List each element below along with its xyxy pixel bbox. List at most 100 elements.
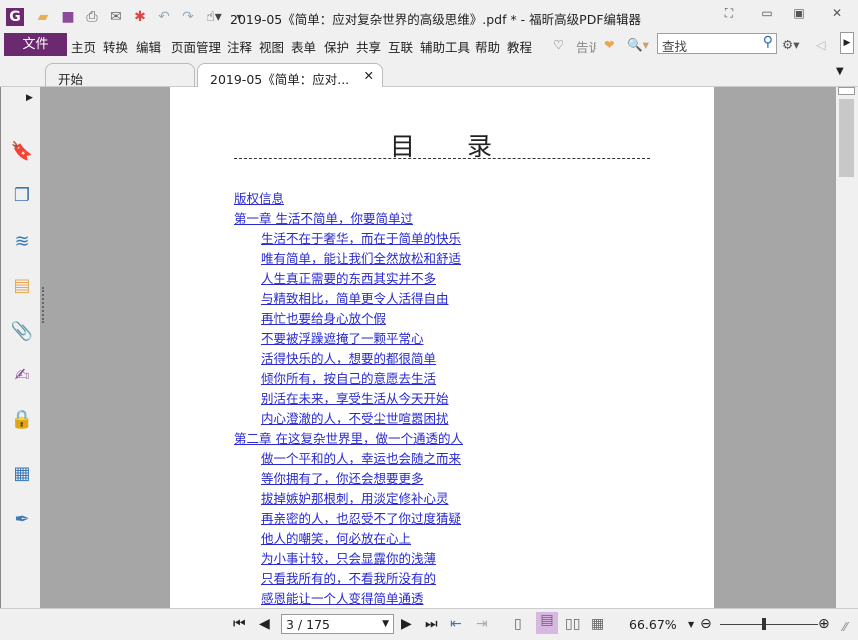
- window-title: 2019-05《简单：应对复杂世界的高级思维》.pdf * - 福昕高级PDF编…: [230, 12, 642, 27]
- app-logo-icon: G: [6, 8, 24, 26]
- file-menu[interactable]: 文件: [4, 33, 67, 56]
- close-button[interactable]: ✕: [826, 6, 848, 24]
- toc-link[interactable]: 唯有简单，能让我们全然放松和舒适: [261, 248, 461, 267]
- expand-panel-icon[interactable]: ▶: [26, 93, 33, 103]
- redo-icon[interactable]: ↷: [179, 8, 197, 26]
- continuous-facing-icon[interactable]: ▦: [591, 616, 604, 632]
- menu-page-manage[interactable]: 页面管理: [171, 37, 221, 56]
- title-bar: G ▰ ■ ⎙ ✉ ✱ ↶ ↷ ☝▾ ▾ 2019-05《简单：应对复杂世界的高…: [0, 0, 858, 32]
- facing-page-icon[interactable]: ▯▯: [565, 616, 580, 632]
- pages-icon[interactable]: ❐: [10, 183, 34, 207]
- zoom-slider-thumb[interactable]: [762, 618, 767, 630]
- previous-view-icon[interactable]: ⇤: [450, 616, 462, 632]
- vertical-scrollbar[interactable]: [836, 87, 858, 608]
- save-icon[interactable]: ■: [59, 8, 77, 26]
- toc-link[interactable]: 做一个平和的人，幸运也会随之而来: [261, 448, 461, 467]
- toc-link[interactable]: 第二章 在这复杂世界里，做一个通透的人: [234, 428, 463, 447]
- toc-link[interactable]: 与精致相比，简单更令人活得自由: [261, 288, 449, 307]
- folder-search-icon[interactable]: 🔍▾: [627, 37, 649, 53]
- scroll-up-button[interactable]: [838, 87, 855, 95]
- fullscreen-icon[interactable]: ⛶: [718, 6, 740, 24]
- menu-help[interactable]: 帮助: [475, 37, 500, 56]
- next-page-button[interactable]: ▶: [401, 616, 412, 632]
- tell-me[interactable]: 告诉: [576, 37, 596, 56]
- print-icon[interactable]: ⎙: [83, 8, 101, 26]
- toc-link[interactable]: 内心澄澈的人，不受尘世喧嚣困扰: [261, 408, 449, 427]
- new-icon[interactable]: ✱: [131, 8, 149, 26]
- maximize-button[interactable]: ▣: [788, 6, 810, 24]
- menu-comment[interactable]: 注释: [227, 37, 252, 56]
- menu-tools[interactable]: 辅助工具: [420, 37, 470, 56]
- toc-link[interactable]: 不要被浮躁遮掩了一颗平常心: [261, 328, 424, 347]
- page-dropdown-icon[interactable]: ▼: [382, 619, 389, 629]
- search-icon[interactable]: ⚲: [763, 34, 773, 50]
- open-icon[interactable]: ▰: [34, 8, 52, 26]
- menu-protect[interactable]: 保护: [324, 37, 349, 56]
- toc-link[interactable]: 感恩能让一个人变得简单通透: [261, 588, 424, 607]
- zoom-dropdown-icon[interactable]: ▼: [688, 620, 694, 629]
- toc-link[interactable]: 只看我所有的，不看我所没有的: [261, 568, 436, 587]
- comments-icon[interactable]: ▤: [10, 273, 34, 297]
- menu-convert[interactable]: 转换: [103, 37, 128, 56]
- lightbulb-icon: ♡: [553, 37, 565, 52]
- toc-link[interactable]: 再忙也要给身心放个假: [261, 308, 386, 327]
- tab-label: 2019-05《简单：应对...: [210, 72, 350, 87]
- page-number-input[interactable]: 3 / 175 ▼: [281, 614, 394, 634]
- toc-link[interactable]: 版权信息: [234, 188, 284, 207]
- zoom-slider[interactable]: [720, 624, 818, 625]
- toc-link[interactable]: 倾你所有，按自己的意愿去生活: [261, 368, 436, 387]
- settings-icon[interactable]: ⚙▾: [782, 37, 799, 52]
- first-page-button[interactable]: ⏮: [233, 616, 246, 632]
- toc-link[interactable]: 生活不在于奢华，而在于简单的快乐: [261, 228, 461, 247]
- scroll-thumb[interactable]: [839, 99, 854, 177]
- zoom-level[interactable]: 66.67%: [629, 617, 677, 632]
- menu-home[interactable]: 主页: [71, 37, 96, 56]
- heart-icon[interactable]: ❤: [604, 37, 614, 52]
- single-page-icon[interactable]: ▯: [514, 616, 522, 632]
- panel-resize-handle[interactable]: [42, 287, 46, 323]
- bookmark-icon[interactable]: 🔖: [10, 139, 34, 163]
- toc-link[interactable]: 等你拥有了，你还会想要更多: [261, 468, 424, 487]
- hand-tool-icon[interactable]: ☝▾: [205, 8, 223, 26]
- toc-link[interactable]: 别活在未来，享受生活从今天开始: [261, 388, 449, 407]
- menu-share[interactable]: 共享: [356, 37, 381, 56]
- undo-icon[interactable]: ↶: [155, 8, 173, 26]
- navigation-panel: ▶ 🔖 ❐ ≋ ▤ 📎 ✍ 🔒 ▦ ✒: [0, 87, 40, 608]
- layers-icon[interactable]: ≋: [10, 229, 34, 253]
- menu-tutorial[interactable]: 教程: [507, 37, 532, 56]
- pdf-page: 目 录 版权信息 第一章 生活不简单，你要简单过 生活不在于奢华，而在于简单的快乐唯…: [170, 87, 714, 608]
- zoom-out-button[interactable]: ⊖: [700, 616, 712, 632]
- toc-link[interactable]: 他人的嘲笑，何必放在心上: [261, 528, 411, 547]
- minimize-button[interactable]: ▭: [756, 6, 778, 24]
- toc-link[interactable]: 人生真正需要的东西其实并不多: [261, 268, 436, 287]
- email-icon[interactable]: ✉: [107, 8, 125, 26]
- security-lock-icon[interactable]: 🔒: [10, 407, 34, 431]
- certify-icon[interactable]: ✒: [10, 507, 34, 531]
- menu-view[interactable]: 视图: [259, 37, 284, 56]
- toc-link[interactable]: 第一章 生活不简单，你要简单过: [234, 208, 413, 227]
- tab-document[interactable]: 2019-05《简单：应对... ✕: [197, 63, 383, 87]
- scroll-left-icon[interactable]: ◁: [816, 37, 826, 52]
- menu-edit[interactable]: 编辑: [136, 37, 161, 56]
- toc-link[interactable]: 为小事计较，只会显露你的浅薄: [261, 548, 436, 567]
- attachment-icon[interactable]: 📎: [10, 319, 34, 343]
- form-fields-icon[interactable]: ▦: [10, 461, 34, 485]
- last-page-button[interactable]: ⏭: [425, 616, 438, 632]
- page-number: 3 / 175: [286, 617, 330, 632]
- signature-icon[interactable]: ✍: [10, 363, 34, 387]
- previous-page-button[interactable]: ◀: [259, 616, 270, 632]
- scroll-right-button[interactable]: ▶: [840, 32, 854, 54]
- toc-link[interactable]: 拔掉嫉妒那根刺，用淡定修补心灵: [261, 488, 449, 507]
- next-view-icon[interactable]: ⇥: [476, 616, 488, 632]
- zoom-in-button[interactable]: ⊕: [818, 616, 830, 632]
- toc-link[interactable]: 再亲密的人，也忍受不了你过度猜疑: [261, 508, 461, 527]
- tab-list-dropdown-icon[interactable]: ▼: [836, 66, 844, 77]
- menu-connect[interactable]: 互联: [388, 37, 413, 56]
- search-input[interactable]: 查找 ⚲: [657, 33, 777, 54]
- close-tab-icon[interactable]: ✕: [364, 68, 374, 83]
- resize-grip-icon[interactable]: ⁄⁄: [843, 620, 847, 634]
- menu-form[interactable]: 表单: [291, 37, 316, 56]
- tab-start[interactable]: 开始: [45, 63, 195, 87]
- continuous-page-icon[interactable]: ▤: [536, 612, 558, 634]
- toc-link[interactable]: 活得快乐的人，想要的都很简单: [261, 348, 436, 367]
